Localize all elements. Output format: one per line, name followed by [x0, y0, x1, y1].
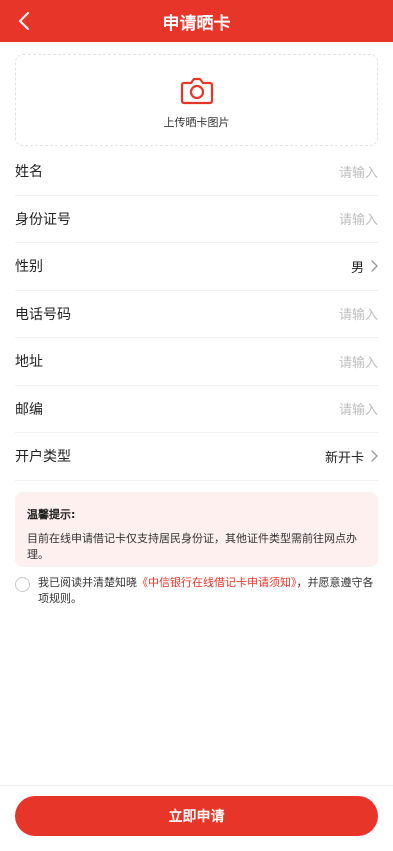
chevron-right-icon [371, 450, 378, 462]
top-bar: 申请晒卡 [0, 0, 393, 42]
page-title: 申请晒卡 [162, 13, 231, 34]
chevron-right-icon [371, 260, 378, 272]
notice-content: 目前在线申请借记卡仅支持居民身份证，其他证件类型需前往网点办理。 [27, 532, 357, 561]
agreement-text: 我已阅读并清楚知晓《中信银行在线借记卡申请须知》，并愿意遵守各项规则。 [38, 575, 378, 607]
account-type-select[interactable]: 新开卡 [325, 447, 364, 466]
agreement-checkbox[interactable] [15, 577, 30, 592]
agreement-row: 我已阅读并清楚知晓《中信银行在线借记卡申请须知》，并愿意遵守各项规则。 [15, 575, 378, 607]
upload-card-image[interactable]: 上传晒卡图片 [15, 54, 378, 146]
id-number-label: 身份证号 [15, 211, 71, 228]
address-input[interactable]: 请输入 [339, 352, 378, 371]
notice-title: 温馨提示: [27, 508, 76, 521]
postcode-input[interactable]: 请输入 [339, 399, 378, 418]
phone-input[interactable]: 请输入 [339, 304, 378, 323]
postcode-label: 邮编 [15, 401, 43, 418]
postcode-field[interactable]: 邮编 请输入 [15, 386, 378, 433]
footer-divider [0, 785, 393, 786]
submit-button[interactable]: 立即申请 [15, 796, 378, 836]
notice-box: 温馨提示: 目前在线申请借记卡仅支持居民身份证，其他证件类型需前往网点办理。 [15, 492, 378, 567]
phone-field[interactable]: 电话号码 请输入 [15, 291, 378, 338]
agreement-link[interactable]: 《中信银行在线借记卡申请须知》 [137, 576, 297, 589]
gender-field[interactable]: 性别 男 [15, 243, 378, 291]
agreement-prefix: 我已阅读并清楚知晓 [38, 576, 137, 589]
gender-label: 性别 [15, 259, 43, 276]
id-number-input[interactable]: 请输入 [339, 209, 378, 228]
phone-label: 电话号码 [15, 306, 71, 323]
account-type-field[interactable]: 开户类型 新开卡 [15, 433, 378, 481]
name-label: 姓名 [15, 164, 43, 181]
account-type-label: 开户类型 [15, 449, 71, 466]
name-field[interactable]: 姓名 请输入 [15, 148, 378, 196]
address-label: 地址 [15, 354, 43, 371]
gender-select[interactable]: 男 [351, 257, 364, 276]
upload-label: 上传晒卡图片 [163, 115, 230, 129]
id-number-field[interactable]: 身份证号 请输入 [15, 196, 378, 243]
chevron-left-icon [19, 12, 29, 30]
name-input[interactable]: 请输入 [339, 162, 378, 181]
back-button[interactable] [12, 9, 36, 33]
application-form: 姓名 请输入 身份证号 请输入 性别 男 电话号码 请输入 地址 请输入 邮编 … [15, 148, 378, 481]
address-field[interactable]: 地址 请输入 [15, 338, 378, 386]
camera-icon [180, 77, 213, 104]
